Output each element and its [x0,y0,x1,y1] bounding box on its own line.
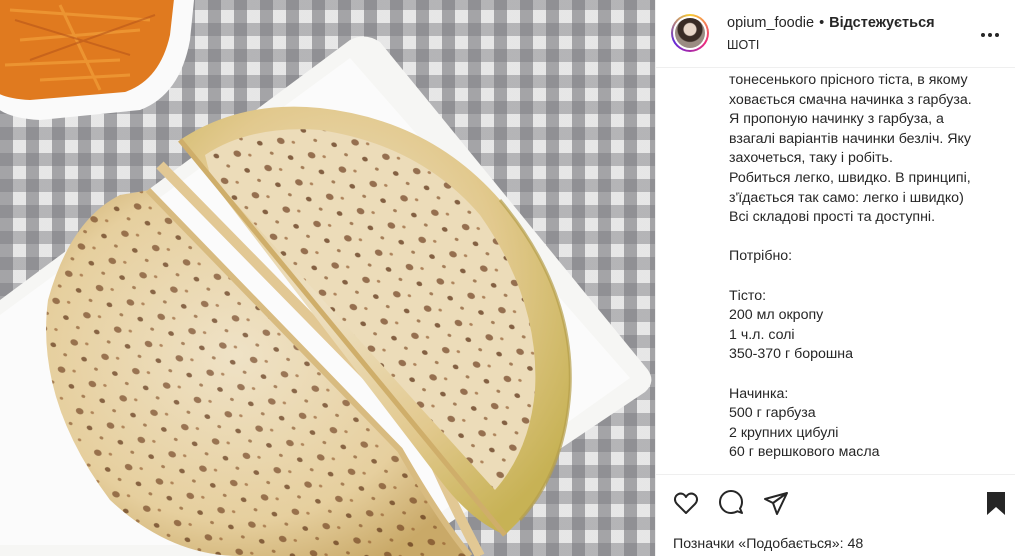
caption-line: 500 г гарбуза [729,405,816,422]
share-icon[interactable] [762,489,790,517]
caption-line [729,228,1004,248]
caption-line: Потрібно: [729,248,793,265]
post-sidebar: opium_foodie • Відстежується ШОТІ тонесень… [655,0,1015,556]
heart-icon[interactable] [672,489,700,517]
caption-line [729,267,1004,287]
post-caption: тонесенького прісного тіста, в якому хова… [729,71,1004,463]
caption-line: 2 крупних цибулі [729,424,839,441]
likes-count[interactable]: Позначки «Подобається»: 48 [673,536,863,552]
bookmark-icon[interactable] [982,489,1010,517]
caption-line [729,365,1004,385]
caption-line: Я пропоную начинку з гарбуза, а [729,111,944,128]
caption-line: Начинка: [729,385,789,402]
comment-icon[interactable] [717,489,745,517]
caption-line: ховається смачна начинка з гарбуза. [729,91,972,108]
caption-line: 1 ч.л. солі [729,326,795,343]
caption-line: Тісто: [729,287,767,304]
separator-dot: • [819,15,825,31]
caption-line: з'їдається так само: легко і швидко) [729,189,964,206]
location-link[interactable]: ШОТІ [727,38,759,52]
user-line: opium_foodie • Відстежується [727,15,935,31]
food-photo-illustration [0,0,652,556]
caption-line: тонесенького прісного тіста, в якому [729,72,968,88]
caption-scroll-area[interactable]: тонесенького прісного тіста, в якому хова… [656,69,1015,473]
caption-line: 200 мл окропу [729,307,824,324]
post-photo[interactable] [0,0,655,556]
post-header: opium_foodie • Відстежується ШОТІ [656,0,1015,68]
caption-line: Робиться легко, швидко. В принципі, [729,169,971,186]
following-button[interactable]: Відстежується [829,15,934,31]
more-horizontal-icon[interactable] [980,22,1000,43]
username-link[interactable]: opium_foodie [727,15,814,31]
caption-line: 60 г вершкового масла [729,444,880,461]
caption-line: 350-370 г борошна [729,346,854,363]
caption-line: захочеться, таку і робіть. [729,150,893,167]
avatar-border [673,16,707,50]
caption-line: Всі складові прості та доступні. [729,209,936,226]
caption-line: взагалі варіантів начинки безліч. Яку [729,130,972,147]
avatar[interactable] [671,14,709,52]
avatar-image [675,18,705,48]
post-actions: Позначки «Подобається»: 48 [656,474,1015,556]
salad-bowl [0,0,194,120]
